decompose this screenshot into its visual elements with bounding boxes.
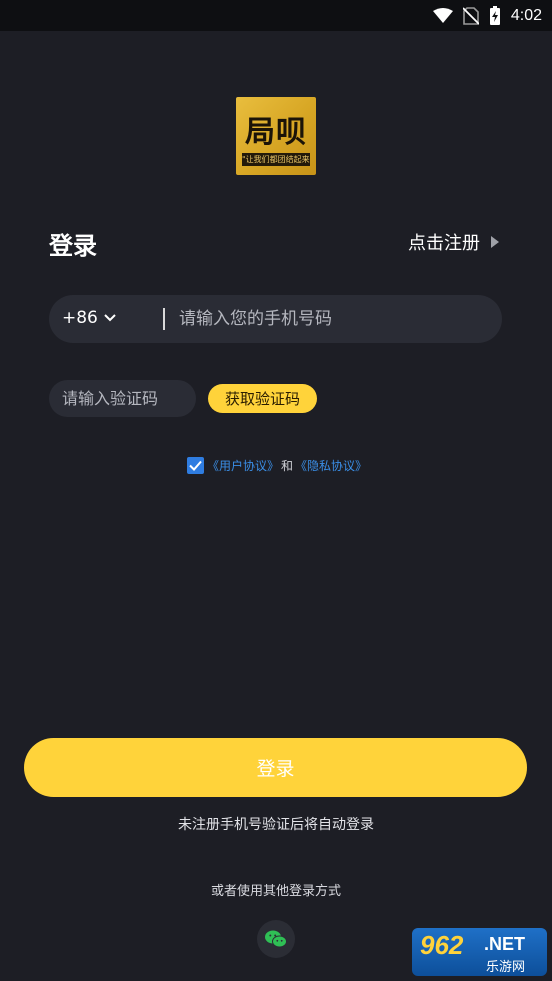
verification-code-input[interactable] — [62, 386, 187, 411]
logo-text: 局呗 — [245, 115, 307, 150]
no-sim-icon — [462, 7, 479, 25]
register-link-label: 点击注册 — [408, 233, 480, 254]
other-login-label: 或者使用其他登录方式 — [210, 884, 341, 899]
verification-code-field — [49, 380, 196, 417]
phone-input[interactable] — [179, 305, 479, 333]
auto-register-note: 未注册手机号验证后将自动登录 — [178, 817, 374, 833]
wechat-login-button[interactable] — [257, 920, 295, 958]
wechat-icon — [265, 930, 287, 948]
country-code-label: +86 — [62, 308, 98, 328]
watermark-net: .NET — [484, 934, 526, 954]
agreement-row: 《用户协议》 和 《隐私协议》 — [187, 457, 367, 474]
status-time: 4:02 — [510, 7, 542, 24]
login-button[interactable]: 登录 — [24, 738, 527, 797]
user-agreement-link[interactable]: 《用户协议》 — [207, 457, 279, 474]
and-text: 和 — [281, 459, 294, 473]
input-cursor-divider — [163, 308, 165, 330]
check-icon — [189, 460, 202, 471]
chevron-down-icon — [104, 314, 116, 322]
privacy-agreement-link[interactable]: 《隐私协议》 — [295, 457, 367, 474]
page-title: 登录 — [49, 232, 97, 260]
watermark-number: 962 — [420, 930, 464, 960]
get-code-button[interactable]: 获取验证码 — [208, 384, 317, 413]
register-link[interactable]: 点击注册 — [408, 229, 500, 255]
agreement-checkbox[interactable] — [187, 457, 204, 474]
app-logo: 局呗 "让我们都团结起来" — [236, 97, 316, 175]
logo-slogan: "让我们都团结起来" — [242, 153, 310, 166]
battery-charging-icon — [489, 6, 500, 25]
status-bar: 4:02 — [0, 0, 552, 31]
chevron-right-icon — [491, 236, 499, 248]
site-watermark: 962 .NET 乐游网 — [412, 928, 547, 976]
watermark-name: 乐游网 — [486, 960, 526, 975]
wifi-icon — [432, 8, 453, 23]
country-code-selector[interactable]: +86 — [62, 308, 116, 328]
status-icons: 4:02 — [432, 4, 542, 28]
phone-field: +86 — [49, 295, 502, 343]
